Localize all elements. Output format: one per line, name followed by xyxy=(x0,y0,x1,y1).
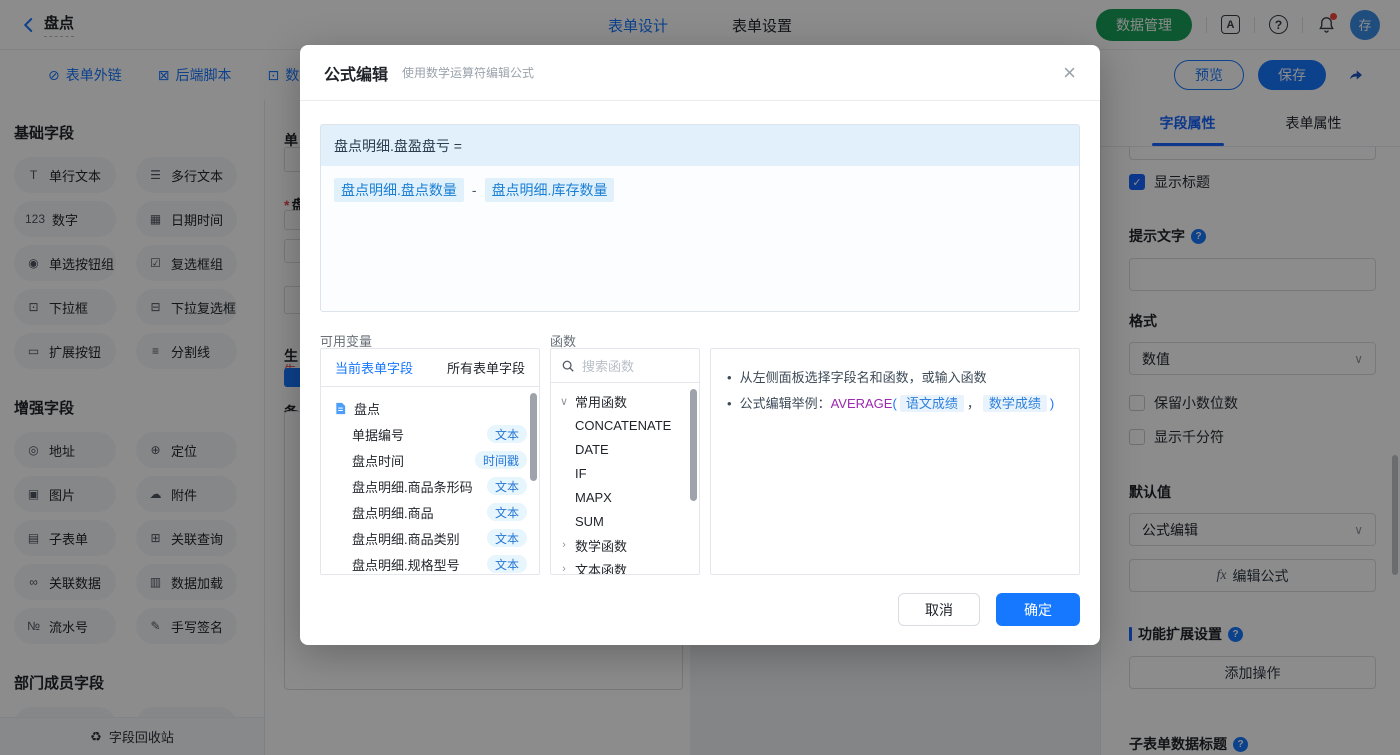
search-icon xyxy=(562,360,574,372)
help-example: 公式编辑举例：AVERAGE(语文成绩，数学成绩) xyxy=(739,395,1055,412)
variable-field-row[interactable]: 盘点明细.规格型号 文本 xyxy=(321,551,539,574)
bullet: • xyxy=(727,396,732,411)
help-list: • 从左侧面板选择字段名和函数，或输入函数 • 公式编辑举例：AVERAGE(语… xyxy=(711,349,1079,433)
example-field-chip: 语文成绩 xyxy=(899,395,964,412)
group-expand-icon: › xyxy=(562,539,566,551)
function-item[interactable]: SUM xyxy=(551,509,699,533)
function-group: › 数学函数 xyxy=(551,533,699,557)
function-search[interactable]: 搜索函数 xyxy=(551,349,699,383)
variables-scrollbar[interactable] xyxy=(530,393,537,481)
variable-type-tag: 文本 xyxy=(486,529,527,547)
modal-header: 公式编辑 使用数学运算符编辑公式 × xyxy=(300,45,1100,101)
variable-field-row[interactable]: 盘点时间 时间戳 xyxy=(321,447,539,473)
group-expand-icon: › xyxy=(562,563,566,575)
formula-editor-modal: 公式编辑 使用数学运算符编辑公式 × 盘点明细.盘盈盘亏 = 盘点明细.盘点数量… xyxy=(300,45,1100,645)
variable-field-row[interactable]: 盘点明细.商品 文本 xyxy=(321,499,539,525)
variable-field-name: 单据编号 xyxy=(352,427,405,443)
variable-type-tag: 时间戳 xyxy=(474,451,527,469)
modal-title: 公式编辑 xyxy=(324,66,389,84)
variable-field-row[interactable]: 单据编号 文本 xyxy=(321,421,539,447)
variable-type-tag: 文本 xyxy=(486,555,527,573)
formula-expression[interactable]: 盘点明细.盘点数量 - 盘点明细.库存数量 xyxy=(321,166,1079,214)
variables-panel: 当前表单字段 所有表单字段 盘点 单据编号 文本 盘点时间 时间戳 盘点明细.商… xyxy=(320,348,540,575)
function-search-placeholder: 搜索函数 xyxy=(582,359,635,374)
variables-tabs: 当前表单字段 所有表单字段 xyxy=(321,349,539,387)
function-group: ∨ 常用函数 CONCATENATE DATE IF MAPX SUM xyxy=(551,389,699,533)
function-item[interactable]: MAPX xyxy=(551,485,699,509)
function-item[interactable]: DATE xyxy=(551,437,699,461)
example-field-chip: 数学成绩 xyxy=(982,395,1047,412)
variable-type-tag: 文本 xyxy=(486,425,527,443)
form-doc-icon xyxy=(336,402,346,414)
variable-field-name: 盘点明细.商品条形码 xyxy=(352,479,473,495)
formula-field-token[interactable]: 盘点明细.库存数量 xyxy=(484,178,615,202)
close-icon[interactable]: × xyxy=(1063,61,1076,84)
function-group-label: 常用函数 xyxy=(575,394,628,410)
formula-field-token[interactable]: 盘点明细.盘点数量 xyxy=(334,178,464,202)
formula-help-panel: • 从左侧面板选择字段名和函数，或输入函数 • 公式编辑举例：AVERAGE(语… xyxy=(710,348,1080,575)
variable-field-row[interactable]: 盘点明细.商品条形码 文本 xyxy=(321,473,539,499)
function-group-label: 数学函数 xyxy=(575,538,628,554)
formula-target: 盘点明细.盘盈盘亏 = xyxy=(321,125,1079,166)
function-group-header[interactable]: › 数学函数 xyxy=(551,533,699,557)
variable-field-name: 盘点时间 xyxy=(352,453,405,469)
formula-operator: - xyxy=(471,182,477,198)
variable-field-name: 盘点明细.商品 xyxy=(352,505,434,521)
function-group: › 文本函数 xyxy=(551,557,699,575)
help-line-2: • 公式编辑举例：AVERAGE(语文成绩，数学成绩) xyxy=(727,391,1063,417)
cancel-button[interactable]: 取消 xyxy=(898,593,980,626)
form-designer-app: 盘点 表单设计 表单设置 数据管理 A ? 存 ⊘ 表单外链 ⊠ 后端脚本 ⊡ … xyxy=(0,0,1400,755)
variables-root-label: 盘点 xyxy=(354,401,381,417)
functions-panel: 搜索函数 ∨ 常用函数 CONCATENATE DATE IF MAPX SUM… xyxy=(550,348,700,575)
bullet: • xyxy=(727,370,732,385)
variables-root-node[interactable]: 盘点 xyxy=(321,395,539,421)
function-group-label: 文本函数 xyxy=(575,562,628,575)
formula-editor-area[interactable]: 盘点明细.盘盈盘亏 = 盘点明细.盘点数量 - 盘点明细.库存数量 xyxy=(320,124,1080,312)
variable-type-tag: 文本 xyxy=(486,503,527,521)
help-line-1: • 从左侧面板选择字段名和函数，或输入函数 xyxy=(727,365,1063,391)
group-expand-icon: ∨ xyxy=(559,395,569,408)
variables-tree: 盘点 单据编号 文本 盘点时间 时间戳 盘点明细.商品条形码 文本 盘点明细.商… xyxy=(321,387,539,574)
functions-scrollbar[interactable] xyxy=(690,389,697,501)
modal-footer: 取消 确定 xyxy=(898,593,1080,626)
variable-field-row[interactable]: 盘点明细.商品类别 文本 xyxy=(321,525,539,551)
function-group-header[interactable]: ∨ 常用函数 xyxy=(551,389,699,413)
variable-field-name: 盘点明细.规格型号 xyxy=(352,557,460,573)
function-group-header[interactable]: › 文本函数 xyxy=(551,557,699,575)
variable-field-name: 盘点明细.商品类别 xyxy=(352,531,460,547)
tab-all-form-fields[interactable]: 所有表单字段 xyxy=(447,358,525,377)
function-item[interactable]: IF xyxy=(551,461,699,485)
modal-subtitle: 使用数学运算符编辑公式 xyxy=(402,66,535,80)
tab-current-form-fields[interactable]: 当前表单字段 xyxy=(335,358,413,377)
confirm-button[interactable]: 确定 xyxy=(996,593,1080,626)
function-item[interactable]: CONCATENATE xyxy=(551,413,699,437)
variable-type-tag: 文本 xyxy=(486,477,527,495)
example-function-name: AVERAGE xyxy=(830,396,893,411)
